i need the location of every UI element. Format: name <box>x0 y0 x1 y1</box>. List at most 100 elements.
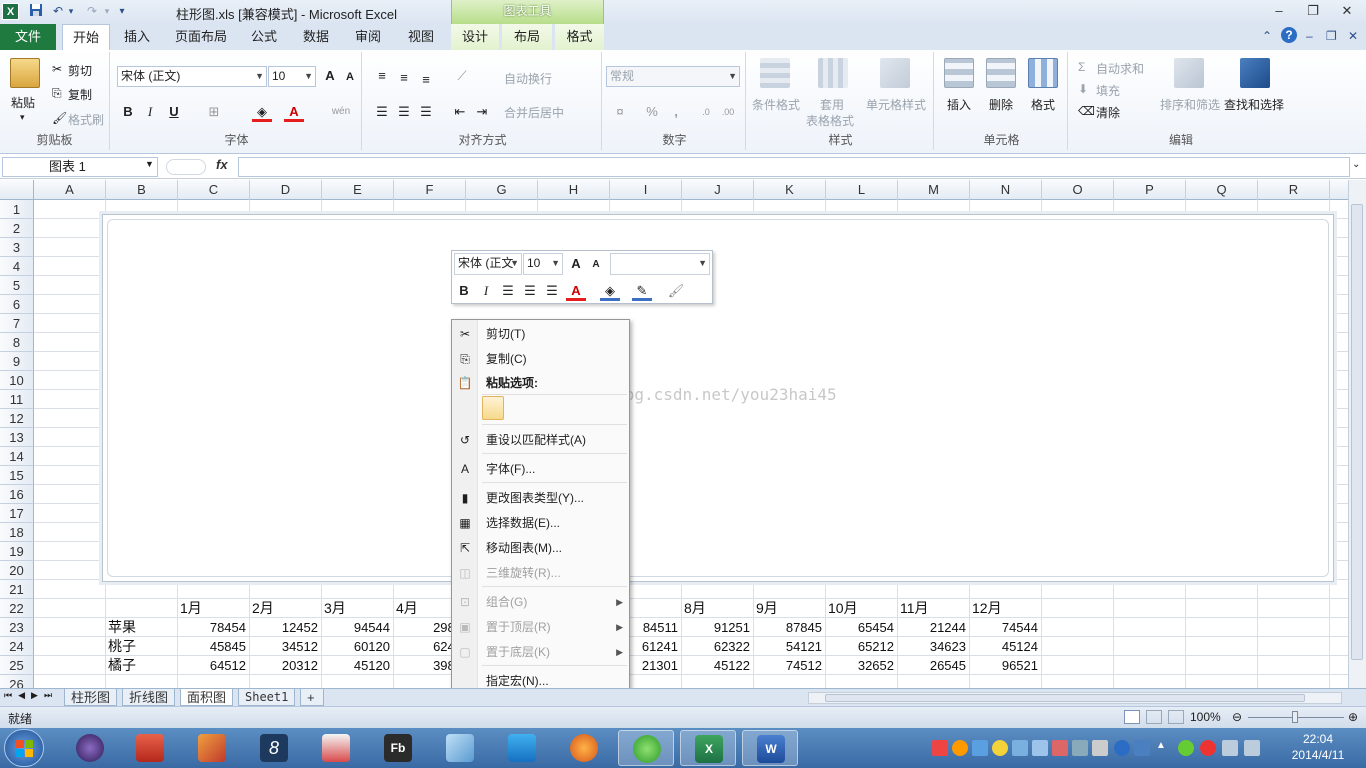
column-header-R[interactable]: R <box>1258 180 1330 200</box>
vertical-scroll-thumb[interactable] <box>1351 204 1363 660</box>
fill-button[interactable]: 填充 <box>1096 82 1120 99</box>
start-button[interactable] <box>4 729 44 767</box>
vertical-scrollbar[interactable] <box>1348 180 1366 688</box>
phonetic-icon[interactable]: wén <box>326 102 356 122</box>
find-select-button[interactable]: 查找和选择 <box>1224 96 1284 113</box>
column-header-N[interactable]: N <box>970 180 1042 200</box>
font-color-icon[interactable]: A <box>284 102 304 122</box>
table-cell[interactable]: 2月 <box>252 599 320 618</box>
table-cell[interactable]: 11月 <box>900 599 968 618</box>
format-cells-button[interactable]: 格式 <box>1031 96 1055 113</box>
mini-align-center-icon[interactable]: ☰ <box>520 281 540 301</box>
tab-view[interactable]: 视图 <box>400 24 442 50</box>
cut-button[interactable]: 剪切 <box>68 62 92 79</box>
customize-qat-icon[interactable]: ▾ <box>116 3 128 20</box>
table-cell[interactable]: 91251 <box>684 618 752 637</box>
sheet-tab-2[interactable]: 面积图 <box>180 689 234 706</box>
clear-button[interactable]: 清除 <box>1096 104 1120 121</box>
expand-formula-bar-icon[interactable]: ⌄ <box>1352 159 1360 170</box>
number-format-combo[interactable]: 常规 ▼ <box>606 66 740 87</box>
table-cell[interactable]: 45122 <box>684 656 752 675</box>
column-header-L[interactable]: L <box>826 180 898 200</box>
column-header-H[interactable]: H <box>538 180 610 200</box>
tab-format[interactable]: 格式 <box>555 24 604 50</box>
table-cell[interactable]: 45124 <box>972 637 1040 656</box>
browser-taskbar-icon[interactable] <box>618 730 674 766</box>
wb-restore-icon[interactable]: ❐ <box>1326 29 1337 43</box>
paste-keep-format-icon[interactable] <box>482 396 504 420</box>
sort-filter-button[interactable]: 排序和筛选 <box>1160 96 1220 113</box>
table-cell[interactable]: 65212 <box>828 637 896 656</box>
matlab-taskbar-icon[interactable] <box>184 730 240 766</box>
help-icon[interactable]: ? <box>1281 27 1297 43</box>
delete-cells-button[interactable]: 删除 <box>989 96 1013 113</box>
table-cell[interactable]: 60120 <box>324 637 392 656</box>
sort-filter-icon[interactable] <box>1174 58 1204 88</box>
tray-icon-keyboard[interactable] <box>1032 740 1048 756</box>
row-header-17[interactable]: 17 <box>0 504 34 523</box>
insert-cells-button[interactable]: 插入 <box>947 96 971 113</box>
close-icon[interactable]: ✕ <box>1334 2 1360 20</box>
italic-button[interactable]: I <box>140 102 160 122</box>
formula-bar-splitter[interactable] <box>166 159 206 175</box>
table-cell[interactable]: 21244 <box>900 618 968 637</box>
wrap-text-button[interactable]: 自动换行 <box>504 70 552 87</box>
column-header-O[interactable]: O <box>1042 180 1114 200</box>
paste-button[interactable]: 粘贴 <box>11 94 35 111</box>
format-as-table-button-1[interactable]: 套用 <box>820 96 844 113</box>
row-header-2[interactable]: 2 <box>0 219 34 238</box>
currency-icon[interactable]: ¤ <box>610 102 630 122</box>
zoom-in-icon[interactable]: ⊕ <box>1348 710 1358 724</box>
grow-font-icon[interactable]: A <box>320 66 340 86</box>
tab-layout[interactable]: 布局 <box>502 24 552 50</box>
page-break-view-icon[interactable] <box>1168 710 1184 724</box>
conditional-format-icon[interactable] <box>760 58 790 88</box>
tray-icon-search[interactable] <box>1072 740 1088 756</box>
insert-function-button[interactable]: fx <box>216 157 228 172</box>
table-cell[interactable]: 12452 <box>252 618 320 637</box>
mini-grow-font-icon[interactable]: A <box>566 254 586 274</box>
row-header-12[interactable]: 12 <box>0 409 34 428</box>
notepad-taskbar-icon[interactable] <box>122 730 178 766</box>
column-header-K[interactable]: K <box>754 180 826 200</box>
table-cell[interactable]: 45120 <box>324 656 392 675</box>
zoom-out-icon[interactable]: ⊖ <box>1232 710 1242 724</box>
autosum-icon[interactable]: Σ <box>1078 60 1085 74</box>
align-middle-icon[interactable]: ≡ <box>394 68 414 88</box>
tray-icon-moon[interactable] <box>992 740 1008 756</box>
border-icon[interactable]: ⊞ <box>204 102 224 122</box>
tab-page-layout[interactable]: 页面布局 <box>170 24 232 50</box>
row-header-25[interactable]: 25 <box>0 656 34 675</box>
table-cell[interactable]: 54121 <box>756 637 824 656</box>
column-header-A[interactable]: A <box>34 180 106 200</box>
row-header-9[interactable]: 9 <box>0 352 34 371</box>
font-name-combo[interactable]: 宋体 (正文) ▼ <box>117 66 267 87</box>
context-menu-item[interactable]: ✂ 剪切(T) <box>452 322 629 346</box>
network-icon[interactable] <box>1244 740 1260 756</box>
find-select-icon[interactable] <box>1240 58 1270 88</box>
align-left-icon[interactable]: ☰ <box>372 102 392 122</box>
tray-icon-m[interactable] <box>932 740 948 756</box>
row-header-24[interactable]: 24 <box>0 637 34 656</box>
row-header-8[interactable]: 8 <box>0 333 34 352</box>
row-header-5[interactable]: 5 <box>0 276 34 295</box>
normal-view-icon[interactable] <box>1124 710 1140 724</box>
cloud-taskbar-icon[interactable] <box>494 730 550 766</box>
wb-close-icon[interactable]: ✕ <box>1348 29 1358 43</box>
table-cell[interactable]: 78454 <box>180 618 248 637</box>
row-header-21[interactable]: 21 <box>0 580 34 599</box>
mini-outline-icon[interactable]: ✎ <box>632 281 652 301</box>
table-cell[interactable]: 64512 <box>180 656 248 675</box>
column-header-E[interactable]: E <box>322 180 394 200</box>
increase-indent-icon[interactable]: ⇥ <box>472 102 492 122</box>
wb-minimize-icon[interactable]: – <box>1306 29 1313 43</box>
eclipse-taskbar-icon[interactable] <box>62 730 118 766</box>
mini-font-combo[interactable]: 宋体 (正文 ▼ <box>454 253 522 275</box>
formula-input[interactable] <box>238 157 1350 177</box>
tray-icon-tool[interactable] <box>1052 740 1068 756</box>
context-menu-item[interactable]: 📋 粘贴选项: <box>452 371 629 395</box>
paste-icon[interactable] <box>10 58 40 88</box>
mini-size-combo[interactable]: 10 ▼ <box>523 253 563 275</box>
cell-styles-button[interactable]: 单元格样式 <box>866 96 926 113</box>
undo-dropdown-icon[interactable]: ▾ <box>66 3 76 20</box>
